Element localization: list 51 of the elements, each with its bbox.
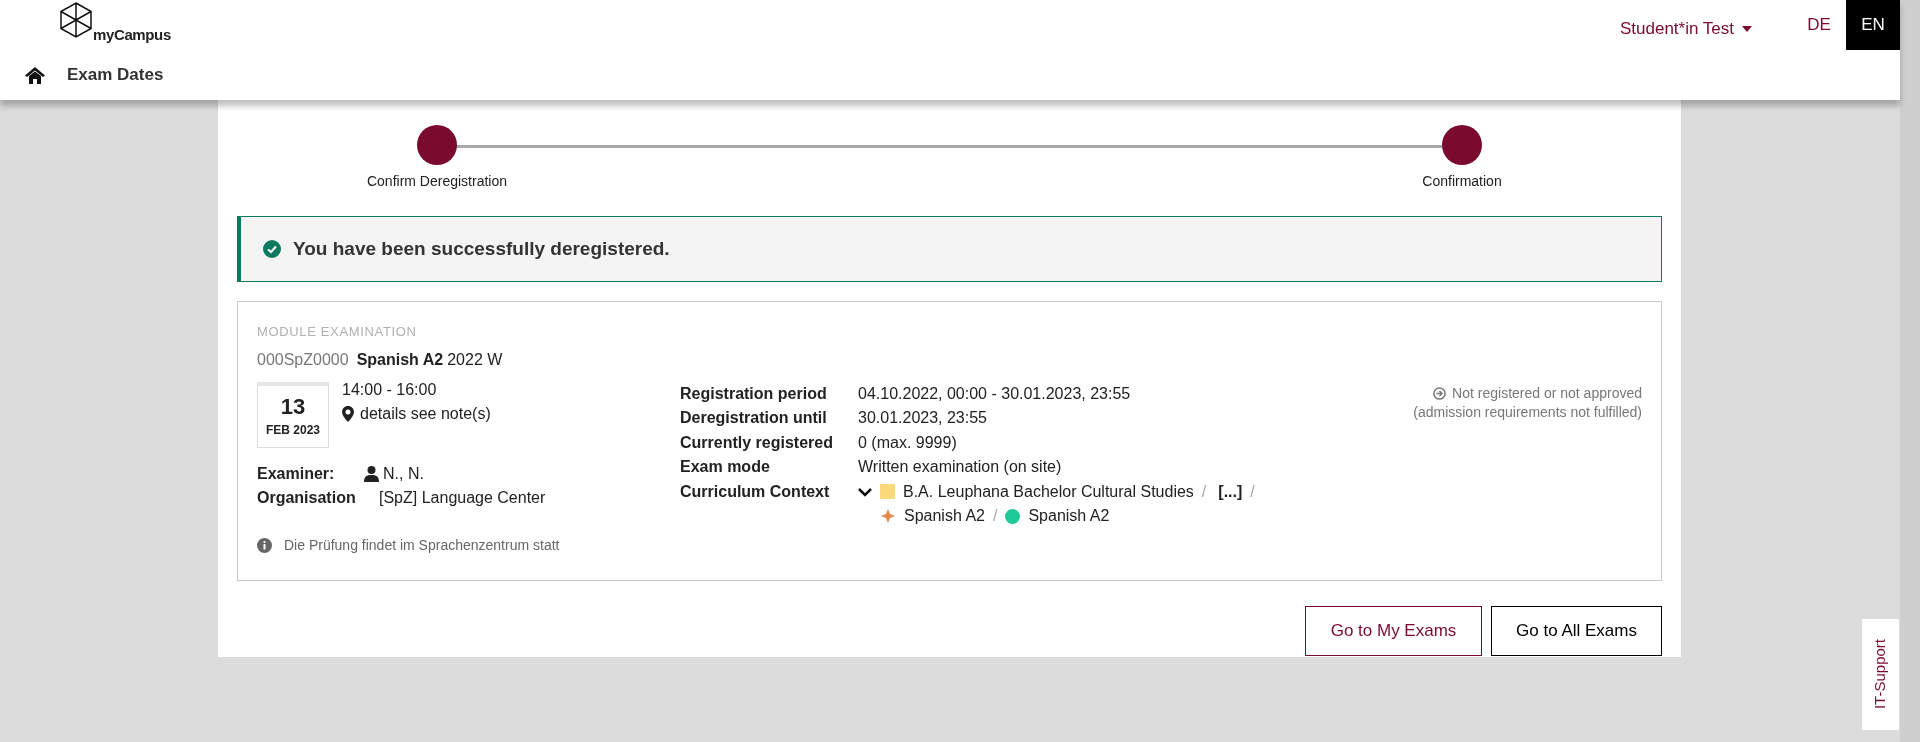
support-tab[interactable]: IT-Support [1862, 619, 1899, 730]
examiner-name: N., N. [383, 463, 424, 484]
detail-value: 30.01.2023, 23:55 [858, 408, 987, 428]
date-day: 13 [280, 393, 306, 421]
detail-label: Exam mode [680, 457, 771, 477]
separator: / [992, 506, 998, 526]
exam-term: 2022 W [447, 349, 503, 370]
person-icon [364, 465, 379, 482]
examiner-label: Examiner: [257, 463, 336, 484]
home-icon[interactable] [25, 66, 45, 84]
logo-icon [60, 2, 92, 38]
detail-label: Currently registered [680, 432, 834, 453]
detail-label: Curriculum Context [680, 481, 831, 502]
detail-label: Deregistration until [680, 408, 828, 428]
detail-value: 0 (max. 9999) [858, 432, 957, 453]
category-label: MODULE EXAMINATION [257, 323, 418, 341]
logo-text: myCampus [93, 24, 171, 45]
check-circle-icon [263, 240, 281, 258]
detail-value: Written examination (on site) [858, 457, 1062, 477]
organisation-label: Organisation [257, 487, 357, 508]
separator: / [1201, 481, 1207, 502]
map-pin-icon [342, 405, 354, 422]
chevron-down-icon[interactable] [858, 487, 872, 498]
nav-button[interactable]: Go to All Exams [1491, 606, 1662, 656]
detail-label: Registration period [680, 383, 828, 404]
separator: / [1250, 481, 1255, 502]
language-button[interactable]: EN [1846, 0, 1900, 50]
more-link[interactable]: [...] [1218, 479, 1243, 504]
exam-time: 14:00 - 16:00 [342, 379, 438, 400]
step-label: Confirm Deregistration [366, 172, 508, 191]
nav-button[interactable]: Go to My Exams [1305, 606, 1482, 656]
info-icon [257, 538, 272, 553]
registration-status: Not registered or not approved [1452, 383, 1642, 403]
arrow-circle-icon [1433, 386, 1447, 400]
curriculum-item: Spanish A2 [904, 506, 985, 526]
scrollbar[interactable] [1900, 0, 1920, 742]
curriculum-item: Spanish A2 [1028, 506, 1110, 526]
page-title: Exam Dates [67, 64, 164, 87]
exam-note: Die Prüfung findet im Sprachenzentrum statt [284, 536, 560, 555]
status-note: (admission requirements not fulfilled) [1413, 402, 1642, 422]
organisation-name: [SpZ] Language Center [379, 487, 546, 508]
date-month: FEB 2023 [266, 421, 320, 439]
user-menu[interactable]: Student*in Test [1619, 16, 1752, 42]
detail-value: 04.10.2022, 00:00 - 30.01.2023, 23:55 [858, 383, 1131, 404]
step-label: Confirmation [1422, 172, 1502, 191]
curriculum-item: B.A. Leuphana Bachelor Cultural Studies [903, 481, 1194, 502]
exam-location: details see note(s) [360, 403, 491, 424]
caret-icon [1742, 25, 1752, 32]
exam-code: 000SpZ0000 [257, 349, 349, 370]
alert-message: You have been successfully deregistered. [293, 236, 670, 261]
exam-title: Spanish A2 [356, 349, 444, 370]
